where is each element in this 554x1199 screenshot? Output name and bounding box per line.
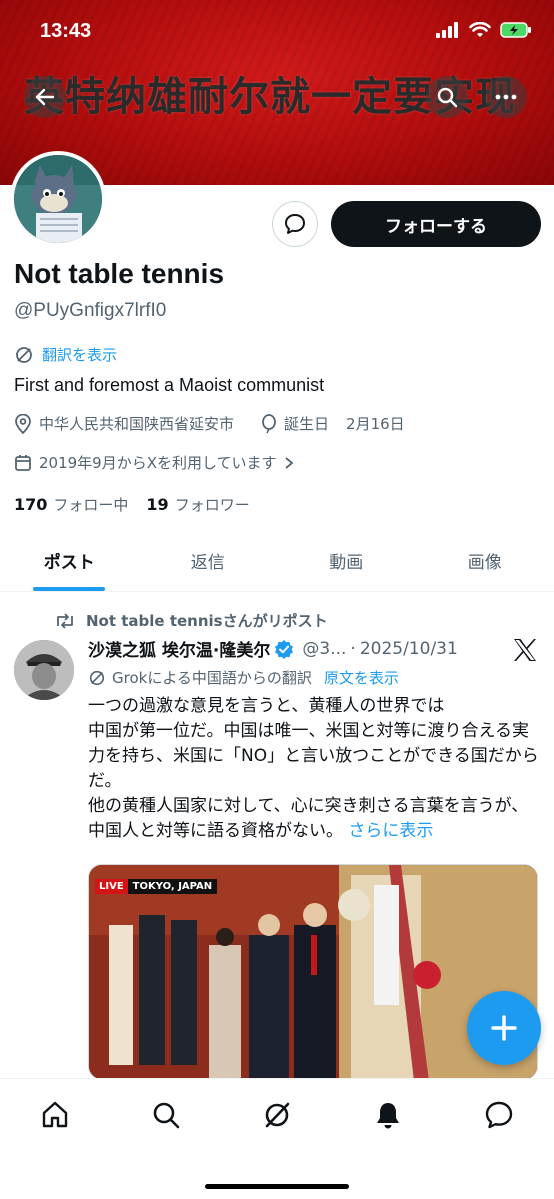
- post-separator: ·: [350, 638, 356, 659]
- more-icon: [495, 94, 517, 100]
- profile-avatar[interactable]: [10, 151, 106, 247]
- avatar-image: [14, 155, 102, 243]
- nav-search[interactable]: [146, 1095, 186, 1135]
- profile-handle: @PUyGnfigx7lrfI0: [14, 300, 167, 321]
- arrow-left-icon: [35, 88, 55, 106]
- profile-meta-row: 中华人民共和国陕西省延安市 誕生日 2月16日: [14, 413, 405, 434]
- post-text-paragraph-1: 一つの過激な意見を言うと、黄種人の世界では 中国が第一位だ。中国は唯一、米国と対…: [88, 696, 539, 791]
- following-link[interactable]: 170 フォロー中: [14, 494, 128, 515]
- plus-icon: [491, 1015, 517, 1041]
- live-badge: LIVE TOKYO, JAPAN: [95, 879, 218, 894]
- followers-count: 19: [146, 495, 169, 514]
- display-name: Not table tennis: [14, 258, 225, 289]
- grok-translation-label: Grokによる中国語からの翻訳: [112, 669, 312, 687]
- bottom-navigation: [0, 1078, 554, 1199]
- x-logo-button[interactable]: [512, 637, 538, 667]
- signal-icon: [436, 22, 458, 38]
- message-button[interactable]: [272, 201, 318, 247]
- balloon-icon: [262, 413, 276, 433]
- chevron-right-icon: [284, 456, 293, 469]
- message-icon: [285, 214, 305, 234]
- tab-images[interactable]: 画像: [416, 530, 554, 591]
- notifications-icon: [377, 1103, 399, 1129]
- birthday-value: 2月16日: [346, 415, 405, 433]
- home-indicator: [205, 1184, 349, 1189]
- status-icons: [436, 22, 532, 38]
- video-thumbnail: [89, 865, 537, 1079]
- nav-messages[interactable]: [479, 1095, 519, 1135]
- tab-replies[interactable]: 返信: [139, 530, 278, 591]
- tab-videos[interactable]: 動画: [277, 530, 416, 591]
- show-original-link[interactable]: 原文を表示: [324, 667, 399, 688]
- joined-date: 2019年9月からXを利用しています: [39, 454, 277, 472]
- calendar-icon: [15, 454, 31, 471]
- battery-icon: [500, 22, 531, 38]
- translate-bio-link[interactable]: 翻訳を表示: [14, 344, 117, 365]
- location-icon: [15, 413, 31, 434]
- x-logo-icon: [514, 639, 536, 661]
- profile-bio: First and foremost a Maoist communist: [14, 375, 325, 395]
- profile-location: 中华人民共和国陕西省延安市: [39, 415, 235, 433]
- post-date: 2025/10/31: [359, 638, 458, 659]
- post-author-avatar[interactable]: [14, 640, 74, 700]
- search-icon: [153, 1102, 180, 1129]
- followers-label: フォロワー: [174, 496, 250, 514]
- post-header: 沙漠之狐 埃尔温·隆美尔 @3... · 2025/10/31: [88, 636, 458, 662]
- nav-notifications[interactable]: [368, 1095, 408, 1135]
- post-media-video[interactable]: LIVE TOKYO, JAPAN: [88, 864, 538, 1080]
- search-icon: [437, 87, 458, 108]
- repost-label: Not table tennisさんがリポスト: [86, 612, 328, 630]
- grok-translation-row: Grokによる中国語からの翻訳 原文を表示: [88, 667, 399, 688]
- back-button[interactable]: [24, 76, 66, 118]
- verified-icon: [275, 639, 294, 659]
- repost-icon: [57, 612, 73, 629]
- post-text-paragraph-2: 他の黄種人国家に対して、心に突き刺さる言葉を言うが、中国人と対等に語る資格がない…: [88, 796, 529, 841]
- compose-button[interactable]: [467, 991, 541, 1065]
- follow-stats: 170 フォロー中 19 フォロワー: [14, 494, 250, 515]
- search-button[interactable]: [426, 76, 468, 118]
- more-button[interactable]: [485, 76, 527, 118]
- repost-indicator[interactable]: Not table tennisさんがリポスト: [54, 610, 328, 631]
- joined-row[interactable]: 2019年9月からXを利用しています: [14, 452, 294, 473]
- home-icon: [42, 1101, 68, 1128]
- show-more-link[interactable]: さらに表示: [348, 821, 433, 841]
- live-label: LIVE: [95, 879, 128, 894]
- post-body: 一つの過激な意見を言うと、黄種人の世界では 中国が第一位だ。中国は唯一、米国と対…: [88, 694, 544, 844]
- post-author-name[interactable]: 沙漠之狐 埃尔温·隆美尔: [88, 636, 270, 661]
- translate-label: 翻訳を表示: [42, 346, 118, 364]
- post-author-handle: @3...: [302, 638, 347, 659]
- post-avatar-image: [14, 640, 74, 700]
- grok-icon: [265, 1102, 290, 1128]
- followers-link[interactable]: 19 フォロワー: [146, 494, 249, 515]
- grok-icon: [89, 670, 105, 685]
- following-count: 170: [14, 495, 48, 514]
- translate-icon: [16, 346, 32, 363]
- status-time: 13:43: [40, 20, 92, 42]
- follow-button[interactable]: フォローする: [331, 201, 541, 247]
- profile-tabs: ポスト 返信 動画 画像: [0, 530, 554, 592]
- birthday-label: 誕生日: [284, 415, 330, 433]
- wifi-icon: [469, 22, 491, 37]
- status-bar: 13:43: [0, 0, 554, 64]
- nav-home[interactable]: [35, 1095, 75, 1135]
- tab-posts[interactable]: ポスト: [0, 530, 139, 591]
- messages-icon: [485, 1101, 513, 1129]
- nav-grok[interactable]: [257, 1095, 297, 1135]
- following-label: フォロー中: [53, 496, 129, 514]
- live-location: TOKYO, JAPAN: [127, 879, 218, 894]
